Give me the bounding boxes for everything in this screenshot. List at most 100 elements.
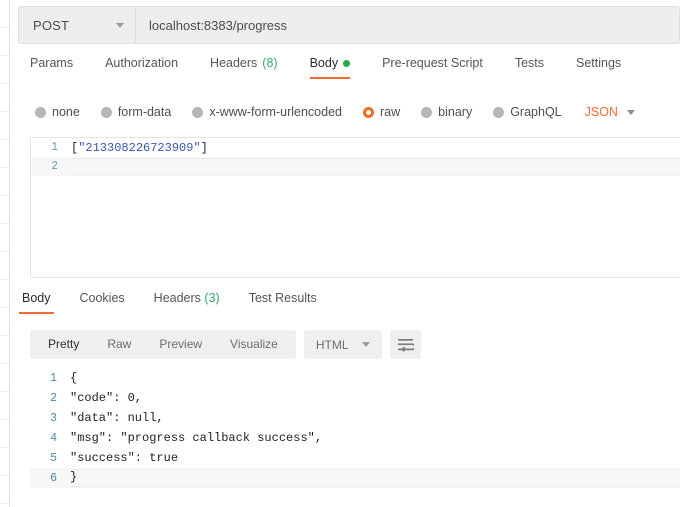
collection-row[interactable] <box>0 336 9 364</box>
view-mode-pretty[interactable]: Pretty <box>34 330 93 359</box>
body-type-none[interactable]: none <box>35 105 80 119</box>
collection-row[interactable] <box>0 252 9 280</box>
collection-row[interactable] <box>0 420 9 448</box>
response-tab-body-label: Body <box>22 291 51 305</box>
http-method-select[interactable]: POST <box>18 6 135 44</box>
collection-row[interactable] <box>0 56 9 84</box>
response-view-mode-group: Pretty Raw Preview Visualize <box>30 330 296 359</box>
response-format-select[interactable]: HTML <box>303 330 382 359</box>
response-tab-test-results-label: Test Results <box>248 291 317 305</box>
chevron-down-icon <box>361 342 370 347</box>
json-string-value: "213308226723909" <box>78 140 201 155</box>
collection-row[interactable] <box>0 168 9 196</box>
code-line-active: 2 <box>31 157 680 176</box>
response-tab-test-results[interactable]: Test Results <box>246 291 320 314</box>
view-mode-raw[interactable]: Raw <box>93 330 145 359</box>
response-tab-headers-count: (3) <box>204 291 220 305</box>
collection-row[interactable] <box>0 0 9 28</box>
body-type-raw[interactable]: raw <box>363 105 400 119</box>
response-body-viewer[interactable]: 1 { 2 "code": 0, 3 "data": null, 4 "msg"… <box>30 368 680 488</box>
code-line: 2 "code": 0, <box>30 388 680 408</box>
line-number: 1 <box>50 371 57 385</box>
code-content: ["213308226723909"] <box>71 141 208 155</box>
request-body-editor[interactable]: 1 ["213308226723909"] 2 <box>30 137 680 278</box>
response-tab-bar: Body Cookies Headers (3) Test Results <box>11 291 680 319</box>
tab-pre-request-script[interactable]: Pre-request Script <box>382 56 483 79</box>
http-method-label: POST <box>33 17 70 33</box>
line-number: 2 <box>51 160 58 173</box>
collection-row[interactable] <box>0 308 9 336</box>
response-tab-cookies[interactable]: Cookies <box>77 291 128 314</box>
collection-row[interactable] <box>0 140 9 168</box>
line-number: 3 <box>50 411 57 425</box>
code-line: 1 ["213308226723909"] <box>31 138 680 157</box>
tab-params-label: Params <box>30 56 74 70</box>
collection-row[interactable] <box>0 112 9 140</box>
collection-row[interactable] <box>0 448 9 476</box>
radio-icon <box>493 106 505 118</box>
url-input[interactable]: localhost:8383/progress <box>135 6 680 44</box>
body-type-row: none form-data x-www-form-urlencoded raw… <box>11 99 680 125</box>
body-type-form-data-label: form-data <box>117 105 172 119</box>
code-content: "success": true <box>70 451 179 465</box>
collection-row[interactable] <box>0 196 9 224</box>
collection-row[interactable] <box>0 392 9 420</box>
view-mode-visualize[interactable]: Visualize <box>216 330 292 359</box>
body-type-raw-label: raw <box>380 105 401 119</box>
body-type-graphql[interactable]: GraphQL <box>493 105 562 119</box>
collection-row[interactable] <box>0 364 9 392</box>
radio-icon <box>35 106 46 118</box>
code-line: 4 "msg": "progress callback success", <box>30 428 680 448</box>
line-number: 4 <box>50 431 57 445</box>
tab-authorization[interactable]: Authorization <box>105 56 178 79</box>
collection-row[interactable] <box>0 28 9 56</box>
tab-body[interactable]: Body <box>309 56 351 79</box>
line-number: 2 <box>50 391 57 405</box>
collections-sidebar-rail[interactable] <box>0 0 10 507</box>
body-type-form-data[interactable]: form-data <box>100 105 172 119</box>
radio-icon <box>421 106 433 118</box>
tab-headers[interactable]: Headers (8) <box>210 56 278 79</box>
collection-row[interactable] <box>0 84 9 112</box>
tab-settings[interactable]: Settings <box>576 56 621 79</box>
tab-headers-count: (8) <box>262 56 278 70</box>
collection-row[interactable] <box>0 280 9 308</box>
request-tab-bar: Params Authorization Headers (8) Body Pr… <box>11 56 680 89</box>
line-number: 1 <box>51 141 58 154</box>
body-type-graphql-label: GraphQL <box>510 105 562 119</box>
chevron-down-icon <box>626 109 635 115</box>
json-bracket-close: ] <box>200 140 208 155</box>
collection-row[interactable] <box>0 224 9 252</box>
tab-authorization-label: Authorization <box>105 56 179 70</box>
raw-format-select[interactable]: JSON <box>585 105 635 119</box>
response-tab-body[interactable]: Body <box>19 291 54 314</box>
radio-selected-icon <box>363 106 374 118</box>
green-dot-icon <box>343 59 351 67</box>
tab-settings-label: Settings <box>576 56 622 70</box>
collection-row[interactable] <box>0 476 9 504</box>
code-content: { <box>70 371 78 385</box>
word-wrap-button[interactable] <box>389 330 421 359</box>
tab-tests[interactable]: Tests <box>515 56 544 79</box>
response-tab-headers-label: Headers <box>153 291 201 305</box>
word-wrap-icon <box>397 338 414 352</box>
response-tab-cookies-label: Cookies <box>79 291 125 305</box>
response-format-label: HTML <box>315 337 349 352</box>
chevron-down-icon <box>116 22 124 28</box>
body-type-binary[interactable]: binary <box>421 105 472 119</box>
body-type-binary-label: binary <box>438 105 473 119</box>
url-bar: POST localhost:8383/progress <box>18 6 680 44</box>
code-content: "code": 0, <box>70 391 143 405</box>
body-type-urlencoded-label: x-www-form-urlencoded <box>209 105 342 119</box>
code-line-active: 6 } <box>30 468 680 488</box>
response-toolbar: Pretty Raw Preview Visualize HTML <box>30 330 421 359</box>
request-response-pane: POST localhost:8383/progress Params Auth… <box>11 0 680 507</box>
view-mode-preview[interactable]: Preview <box>145 330 216 359</box>
tab-params[interactable]: Params <box>30 56 73 79</box>
body-type-urlencoded[interactable]: x-www-form-urlencoded <box>192 105 342 119</box>
body-type-none-label: none <box>52 105 80 119</box>
response-tab-headers[interactable]: Headers (3) <box>151 291 223 314</box>
code-line: 5 "success": true <box>30 448 680 468</box>
code-line: 3 "data": null, <box>30 408 680 428</box>
radio-icon <box>192 106 204 118</box>
